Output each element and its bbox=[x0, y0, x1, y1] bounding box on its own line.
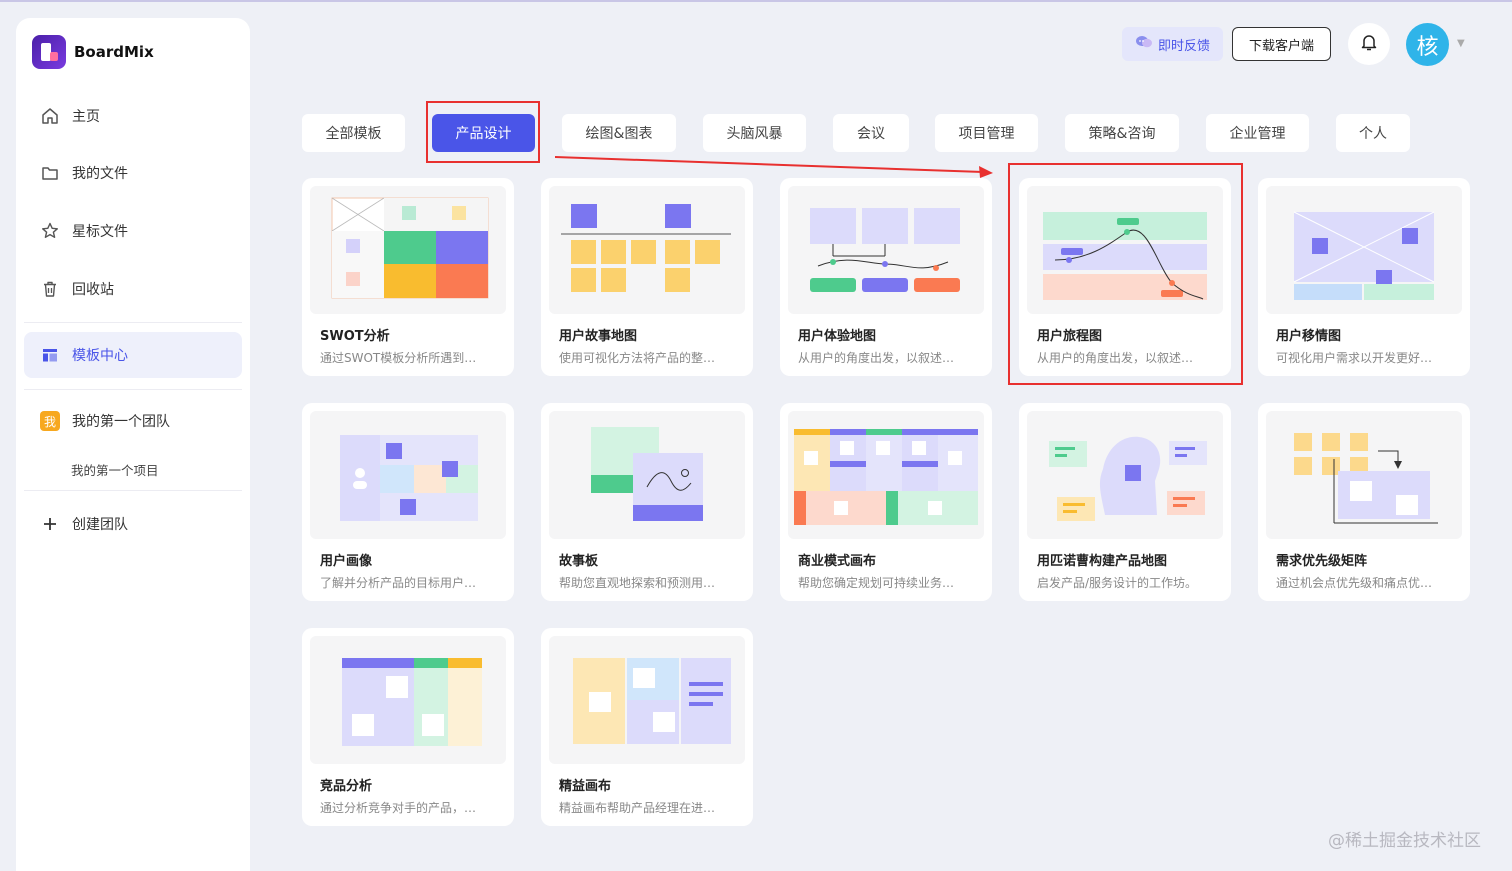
boardmix-logo-icon bbox=[32, 35, 66, 69]
template-title: 用户画像 bbox=[320, 554, 373, 569]
trash-icon bbox=[40, 279, 60, 299]
sidebar-item-my-files[interactable]: 我的文件 bbox=[24, 150, 242, 196]
watermark: @稀土掘金技术社区 bbox=[1328, 831, 1481, 851]
template-description: 帮助您确定规划可持续业务… bbox=[798, 576, 955, 590]
template-card-business-model-canvas[interactable]: 商业模式画布 帮助您确定规划可持续业务… bbox=[780, 403, 992, 601]
tab-meeting[interactable]: 会议 bbox=[833, 114, 909, 152]
sidebar-item-label: 主页 bbox=[72, 109, 100, 125]
feedback-button[interactable]: 即时反馈 bbox=[1122, 27, 1223, 61]
template-title: 精益画布 bbox=[559, 779, 612, 794]
template-card-swot[interactable]: SWOT分析 通过SWOT模板分析所遇到… bbox=[302, 178, 514, 376]
divider bbox=[24, 389, 242, 390]
folder-icon bbox=[40, 163, 60, 183]
avatar[interactable]: 核 bbox=[1406, 23, 1449, 66]
template-card-persona[interactable]: 用户画像 了解并分析产品的目标用户… bbox=[302, 403, 514, 601]
template-card-priority-matrix[interactable]: 需求优先级矩阵 通过机会点优先级和痛点优… bbox=[1258, 403, 1470, 601]
tab-all[interactable]: 全部模板 bbox=[302, 114, 405, 152]
template-description: 精益画布帮助产品经理在进… bbox=[559, 801, 716, 815]
template-title: 用匹诺曹构建产品地图 bbox=[1037, 554, 1168, 569]
sidebar-item-label: 我的文件 bbox=[72, 166, 128, 182]
template-card-storyboard[interactable]: 故事板 帮助您直观地探索和预测用… bbox=[541, 403, 753, 601]
sidebar: BoardMix 主页 我的文件 星标文件 回收站 模板中心 我 我的第一个团队 bbox=[16, 18, 250, 871]
brand-name: BoardMix bbox=[74, 43, 154, 61]
team-label: 我的第一个团队 bbox=[72, 414, 170, 430]
tab-strategy[interactable]: 策略&咨询 bbox=[1065, 114, 1179, 152]
chevron-down-icon[interactable]: ▼ bbox=[1457, 38, 1465, 49]
sidebar-item-team[interactable]: 我 我的第一个团队 bbox=[24, 398, 242, 444]
template-thumbnail bbox=[1027, 411, 1223, 539]
template-description: 可视化用户需求以开发更好… bbox=[1276, 351, 1433, 365]
template-thumbnail bbox=[310, 186, 506, 314]
top-border bbox=[0, 0, 1512, 2]
template-title: 竞品分析 bbox=[320, 779, 373, 794]
template-title: 需求优先级矩阵 bbox=[1276, 554, 1368, 569]
template-thumbnail bbox=[549, 411, 745, 539]
template-description: 帮助您直观地探索和预测用… bbox=[559, 576, 716, 590]
template-thumbnail bbox=[549, 636, 745, 764]
team-badge: 我 bbox=[40, 411, 60, 431]
template-card-experience-map[interactable]: 用户体验地图 从用户的角度出发，以叙述… bbox=[780, 178, 992, 376]
create-team-button[interactable]: 创建团队 bbox=[24, 501, 242, 547]
template-title: 用户故事地图 bbox=[559, 329, 638, 344]
template-description: 从用户的角度出发，以叙述… bbox=[798, 351, 955, 365]
download-client-button[interactable]: 下载客户端 bbox=[1232, 27, 1331, 61]
plus-icon bbox=[40, 514, 60, 534]
template-thumbnail bbox=[310, 411, 506, 539]
divider bbox=[24, 322, 242, 323]
sidebar-item-home[interactable]: 主页 bbox=[24, 93, 242, 139]
sidebar-item-project[interactable]: 我的第一个项目 bbox=[71, 460, 159, 479]
template-thumbnail bbox=[1266, 411, 1462, 539]
template-title: 用户移情图 bbox=[1276, 329, 1342, 344]
template-thumbnail bbox=[788, 411, 984, 539]
template-thumbnail bbox=[549, 186, 745, 314]
template-description: 通过机会点优先级和痛点优… bbox=[1276, 576, 1433, 590]
template-thumbnail bbox=[788, 186, 984, 314]
template-description: 了解并分析产品的目标用户… bbox=[320, 576, 477, 590]
sidebar-item-label: 模板中心 bbox=[72, 348, 128, 364]
template-title: 商业模式画布 bbox=[798, 554, 877, 569]
template-description: 启发产品/服务设计的工作坊。 bbox=[1037, 576, 1198, 590]
template-thumbnail bbox=[310, 636, 506, 764]
tab-enterprise[interactable]: 企业管理 bbox=[1206, 114, 1309, 152]
template-icon bbox=[40, 345, 60, 365]
sidebar-item-starred[interactable]: 星标文件 bbox=[24, 208, 242, 254]
highlight-box-tab bbox=[426, 101, 540, 163]
feedback-label: 即时反馈 bbox=[1157, 38, 1210, 54]
tab-brainstorm[interactable]: 头脑风暴 bbox=[703, 114, 806, 152]
template-card-lean-canvas[interactable]: 精益画布 精益画布帮助产品经理在进… bbox=[541, 628, 753, 826]
template-description: 使用可视化方法将产品的整… bbox=[559, 351, 716, 365]
highlight-box-card bbox=[1008, 163, 1243, 385]
bell-icon bbox=[1359, 32, 1379, 56]
tab-personal[interactable]: 个人 bbox=[1336, 114, 1410, 152]
divider bbox=[24, 490, 242, 491]
template-title: 故事板 bbox=[559, 554, 599, 569]
template-title: 用户体验地图 bbox=[798, 329, 877, 344]
tab-drawing-charts[interactable]: 绘图&图表 bbox=[562, 114, 676, 152]
template-card-competitor-analysis[interactable]: 竞品分析 通过分析竞争对手的产品，… bbox=[302, 628, 514, 826]
template-card-empathy-map[interactable]: 用户移情图 可视化用户需求以开发更好… bbox=[1258, 178, 1470, 376]
template-title: SWOT分析 bbox=[320, 329, 390, 344]
sidebar-item-template-center[interactable]: 模板中心 bbox=[24, 332, 242, 378]
annotation-arrow bbox=[555, 156, 993, 178]
create-team-label: 创建团队 bbox=[72, 517, 128, 533]
tab-project-management[interactable]: 项目管理 bbox=[935, 114, 1038, 152]
sidebar-item-trash[interactable]: 回收站 bbox=[24, 266, 242, 312]
notification-button[interactable] bbox=[1348, 23, 1390, 65]
template-description: 通过分析竞争对手的产品，… bbox=[320, 801, 477, 815]
sidebar-item-label: 星标文件 bbox=[72, 224, 128, 240]
template-card-user-story-map[interactable]: 用户故事地图 使用可视化方法将产品的整… bbox=[541, 178, 753, 376]
template-description: 通过SWOT模板分析所遇到… bbox=[320, 351, 477, 365]
template-card-pinocchio-product-map[interactable]: 用匹诺曹构建产品地图 启发产品/服务设计的工作坊。 bbox=[1019, 403, 1231, 601]
star-icon bbox=[40, 221, 60, 241]
brand[interactable]: BoardMix bbox=[32, 35, 154, 69]
sidebar-item-label: 回收站 bbox=[72, 282, 114, 298]
download-label: 下载客户端 bbox=[1248, 38, 1314, 54]
chat-bubble-icon bbox=[1135, 34, 1153, 54]
template-thumbnail bbox=[1266, 186, 1462, 314]
home-icon bbox=[40, 106, 60, 126]
